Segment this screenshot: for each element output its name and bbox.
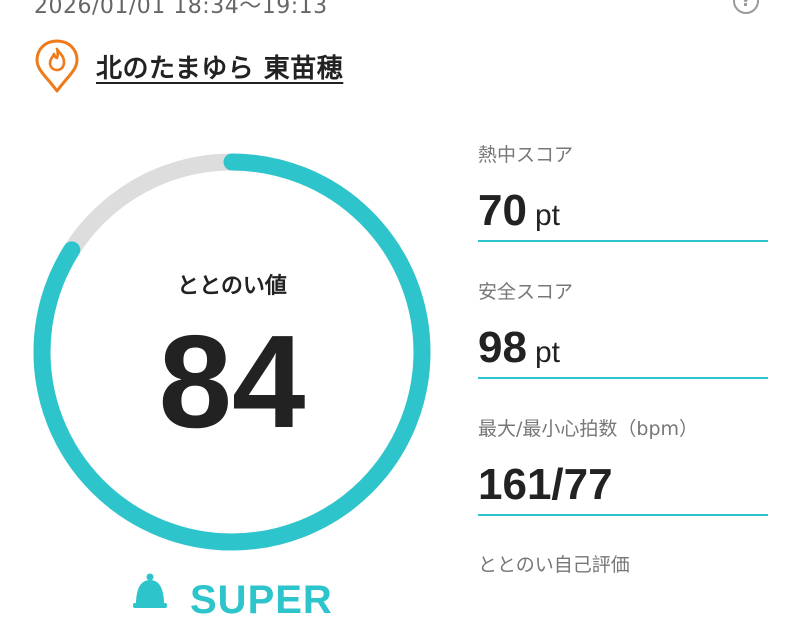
gauge-label: ととのい値 [177, 274, 287, 299]
metric-number: 161/77 [478, 460, 613, 509]
metric-heat-score: 熱中スコア 70 pt [478, 140, 768, 242]
metric-number: 98 [478, 323, 527, 372]
rank-label: SUPER [190, 578, 333, 622]
rank-badge: SUPER [130, 572, 333, 622]
metric-label: 熱中スコア [478, 144, 574, 166]
metric-divider [478, 514, 768, 516]
metric-self-evaluation: ととのい自己評価 [478, 550, 768, 577]
metric-label: 安全スコア [478, 281, 574, 303]
metric-heart-rate: 最大/最小心拍数（bpm） 161/77 [478, 414, 768, 516]
metric-number: 70 [478, 186, 527, 235]
gauge-value: 84 [158, 308, 306, 455]
bell-icon [133, 573, 167, 608]
session-datetime: 2026/01/01 18:34〜19:13 [34, 0, 328, 19]
metric-label: ととのい自己評価 [478, 554, 630, 576]
metric-divider [478, 240, 768, 242]
help-icon[interactable]: ? [733, 0, 759, 14]
metric-safety-score: 安全スコア 98 pt [478, 277, 768, 379]
metric-value: 161/77 [478, 460, 613, 510]
metric-label: 最大/最小心拍数（bpm） [478, 418, 699, 440]
metric-unit: pt [534, 336, 560, 369]
metric-divider [478, 377, 768, 379]
metric-value: 98 pt [478, 323, 560, 373]
facility[interactable]: 北のたまゆら 東苗穂 [34, 38, 343, 94]
metric-value: 70 pt [478, 186, 560, 236]
facility-name-link[interactable]: 北のたまゆら 東苗穂 [96, 48, 343, 85]
metric-unit: pt [534, 199, 560, 232]
sauna-flame-pin-icon [35, 39, 79, 93]
